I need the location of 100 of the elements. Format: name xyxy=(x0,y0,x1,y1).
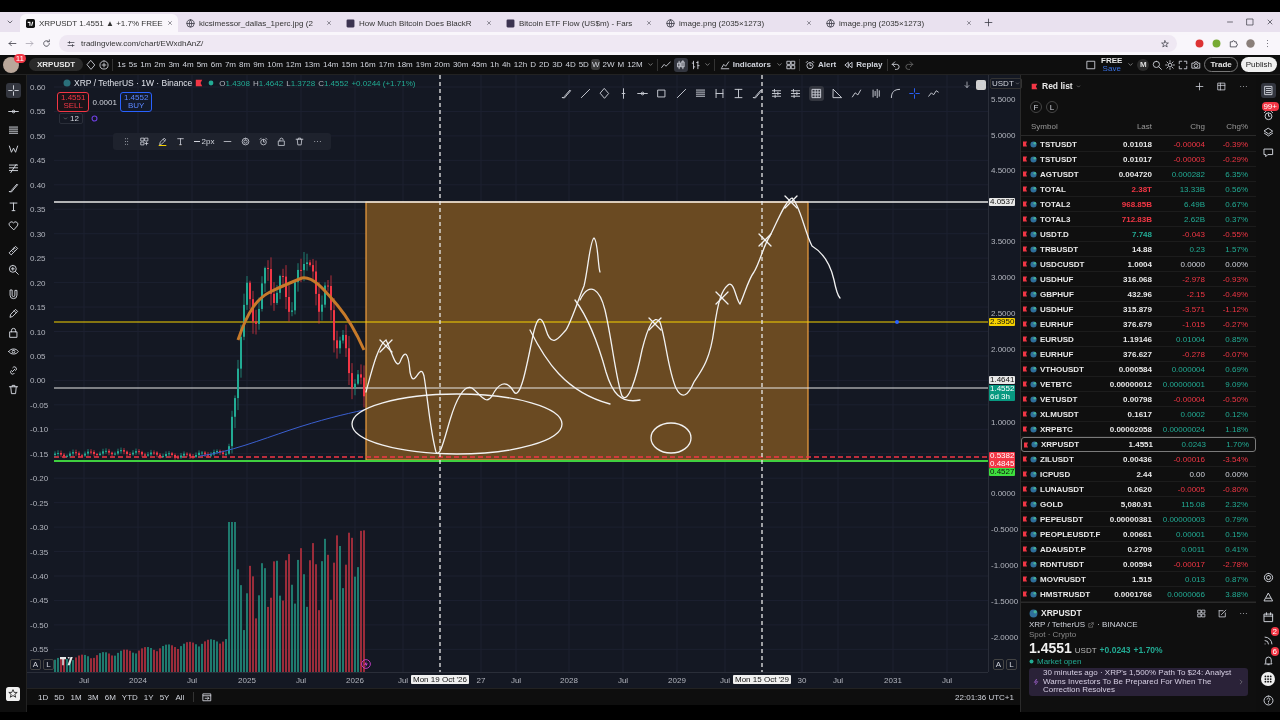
unlock-icon[interactable] xyxy=(277,137,287,146)
watchlist-row[interactable]: TRBUSDT 14.88 0.23 1.57% xyxy=(1021,242,1256,257)
horizontal-ray-icon[interactable] xyxy=(637,88,649,99)
layers-icon[interactable] xyxy=(1262,127,1274,138)
trend-line-icon[interactable] xyxy=(580,88,592,99)
star-icon[interactable] xyxy=(6,687,20,701)
interval-button[interactable]: 14m xyxy=(321,59,340,70)
watchlist-row[interactable]: XRPBTC 0.00002058 0.00000024 1.18% xyxy=(1021,422,1256,437)
trend-line-icon[interactable] xyxy=(675,88,687,99)
interval-button[interactable]: 1s xyxy=(116,59,127,70)
range-button[interactable]: YTD xyxy=(120,691,139,703)
link-icon[interactable] xyxy=(7,365,19,376)
plus-icon[interactable] xyxy=(984,18,993,27)
browser-tab[interactable]: How Much Bitcoin Does BlackR xyxy=(340,14,498,32)
fullscreen-icon[interactable] xyxy=(1178,59,1189,70)
diamond-icon[interactable] xyxy=(599,88,611,99)
watchlist-row[interactable]: VTHOUSDT 0.000584 0.000004 0.69% xyxy=(1021,362,1256,377)
watchlist-row[interactable]: TSTUSDT 0.01017 -0.00003 -0.29% xyxy=(1021,152,1256,167)
parallel-lines-icon[interactable] xyxy=(694,88,706,99)
target-icon[interactable] xyxy=(1262,572,1274,583)
line-width-button[interactable]: 2px xyxy=(193,137,215,146)
close-icon[interactable] xyxy=(1266,18,1274,26)
parallel-lines-icon[interactable] xyxy=(7,125,19,136)
template-icon[interactable] xyxy=(139,137,149,146)
close-icon[interactable] xyxy=(166,20,173,26)
watchlist-row[interactable]: MOVRUSDT 1.515 0.013 0.87% xyxy=(1021,572,1256,587)
interval-button[interactable]: 13m xyxy=(303,59,321,70)
heart-icon[interactable] xyxy=(7,220,19,231)
brush-icon[interactable] xyxy=(751,88,763,99)
candles-icon[interactable] xyxy=(673,57,688,72)
interval-button[interactable]: 3m xyxy=(167,59,181,70)
indicators-button[interactable]: Indicators xyxy=(717,59,773,70)
lines-diagonal-icon[interactable] xyxy=(7,163,19,174)
square-icon[interactable] xyxy=(1086,59,1097,70)
interval-button[interactable]: 3D xyxy=(551,59,564,70)
close-icon[interactable] xyxy=(966,20,972,26)
bar-chart-icon[interactable] xyxy=(690,59,701,70)
column-header[interactable]: Chg% xyxy=(1205,121,1248,131)
browser-tab[interactable]: Bitcoin ETF Flow (US$m) - Fars xyxy=(500,14,658,32)
caret-icon[interactable] xyxy=(646,61,654,68)
reload-icon[interactable] xyxy=(42,39,51,48)
watchlist-row[interactable]: PEPEUSDT 0.00000381 0.00000003 0.79% xyxy=(1021,512,1256,527)
interval-button[interactable]: D xyxy=(529,59,537,70)
line-chart-icon[interactable] xyxy=(660,59,671,70)
interval-button[interactable]: 10m xyxy=(266,59,284,70)
watchlist-row[interactable]: PEOPLEUSDT.F 0.00661 0.00001 0.15% xyxy=(1021,527,1256,542)
text-icon[interactable] xyxy=(7,201,19,212)
maximize-icon[interactable] xyxy=(1246,18,1254,26)
watchlist-row[interactable]: HMSTRUSDT 0.0001766 0.0000066 3.88% xyxy=(1021,587,1256,602)
pencil-icon[interactable] xyxy=(7,308,19,319)
four-squares-icon[interactable] xyxy=(1197,608,1206,618)
interval-button[interactable]: 5D xyxy=(577,59,590,70)
interval-button[interactable]: 19m xyxy=(414,59,433,70)
alert-button[interactable]: Alert xyxy=(802,59,839,70)
brush-icon[interactable] xyxy=(561,88,572,99)
pencil-color-icon[interactable] xyxy=(157,137,167,146)
interval-button[interactable]: 6m xyxy=(209,59,223,70)
watchlist-row[interactable]: EURHUF 376.627 -0.278 -0.07% xyxy=(1021,347,1256,362)
watchlist-row[interactable]: ADAUSDT.P 0.2709 0.0011 0.41% xyxy=(1021,542,1256,557)
magnet-icon[interactable] xyxy=(7,289,19,300)
interval-button[interactable]: M xyxy=(616,59,626,70)
ruler-icon[interactable] xyxy=(7,245,19,256)
watchlist-row[interactable]: USDT.D 7.748 -0.043 -0.55% xyxy=(1021,227,1256,242)
eye-icon[interactable] xyxy=(7,346,19,357)
clock-text[interactable]: 22:01:36 UTC+1 xyxy=(955,692,1014,702)
alarm-clock-icon[interactable] xyxy=(1262,110,1274,121)
interval-button[interactable]: 15m xyxy=(340,59,359,70)
caret-icon[interactable] xyxy=(775,61,783,68)
interval-button[interactable]: 12m xyxy=(284,59,303,70)
crosshair-icon[interactable] xyxy=(5,83,21,98)
calendar-arrow-icon[interactable] xyxy=(202,692,213,702)
sell-button[interactable]: 1.4551 SELL xyxy=(57,92,90,112)
bars-icon[interactable] xyxy=(870,88,882,99)
interval-button[interactable]: 8m xyxy=(238,59,252,70)
browser-tab[interactable]: XRPUSDT 1.4551 ▲ +1.7% FREE xyxy=(20,14,178,32)
watchlist-dropdown[interactable]: Red list xyxy=(1042,81,1081,91)
arrow-down-icon[interactable] xyxy=(963,81,971,89)
interval-button[interactable]: 17m xyxy=(377,59,396,70)
circle-button[interactable]: M xyxy=(1137,58,1150,71)
w-pattern-icon[interactable] xyxy=(7,144,19,155)
scale-button[interactable]: A xyxy=(993,659,1004,670)
close-icon[interactable] xyxy=(806,20,812,26)
range-button[interactable]: 3M xyxy=(86,691,100,703)
url-field[interactable]: tradingview.com/chart/EWxdhAnZ/ xyxy=(59,35,1177,52)
lock-icon[interactable] xyxy=(7,327,19,338)
profile-avatar[interactable] xyxy=(1246,39,1255,48)
diamond-icon[interactable] xyxy=(86,59,97,70)
range-button[interactable]: 1M xyxy=(69,691,83,703)
feed-icon[interactable] xyxy=(1262,635,1274,646)
calendar-icon[interactable] xyxy=(1262,612,1274,623)
puzzle-icon[interactable] xyxy=(1229,39,1238,48)
publish-button[interactable]: Publish xyxy=(1240,57,1277,72)
browser-tab[interactable]: kicsimessor_dallas_1perc.jpg (2 xyxy=(180,14,338,32)
interval-button[interactable]: 2D xyxy=(537,59,551,70)
edit-icon[interactable] xyxy=(1218,608,1227,618)
interval-button[interactable]: 7m xyxy=(223,59,237,70)
interval-button[interactable]: 1m xyxy=(139,59,153,70)
trash-icon[interactable] xyxy=(295,137,305,146)
interval-button[interactable]: 4m xyxy=(181,59,195,70)
close-icon[interactable] xyxy=(486,20,492,26)
